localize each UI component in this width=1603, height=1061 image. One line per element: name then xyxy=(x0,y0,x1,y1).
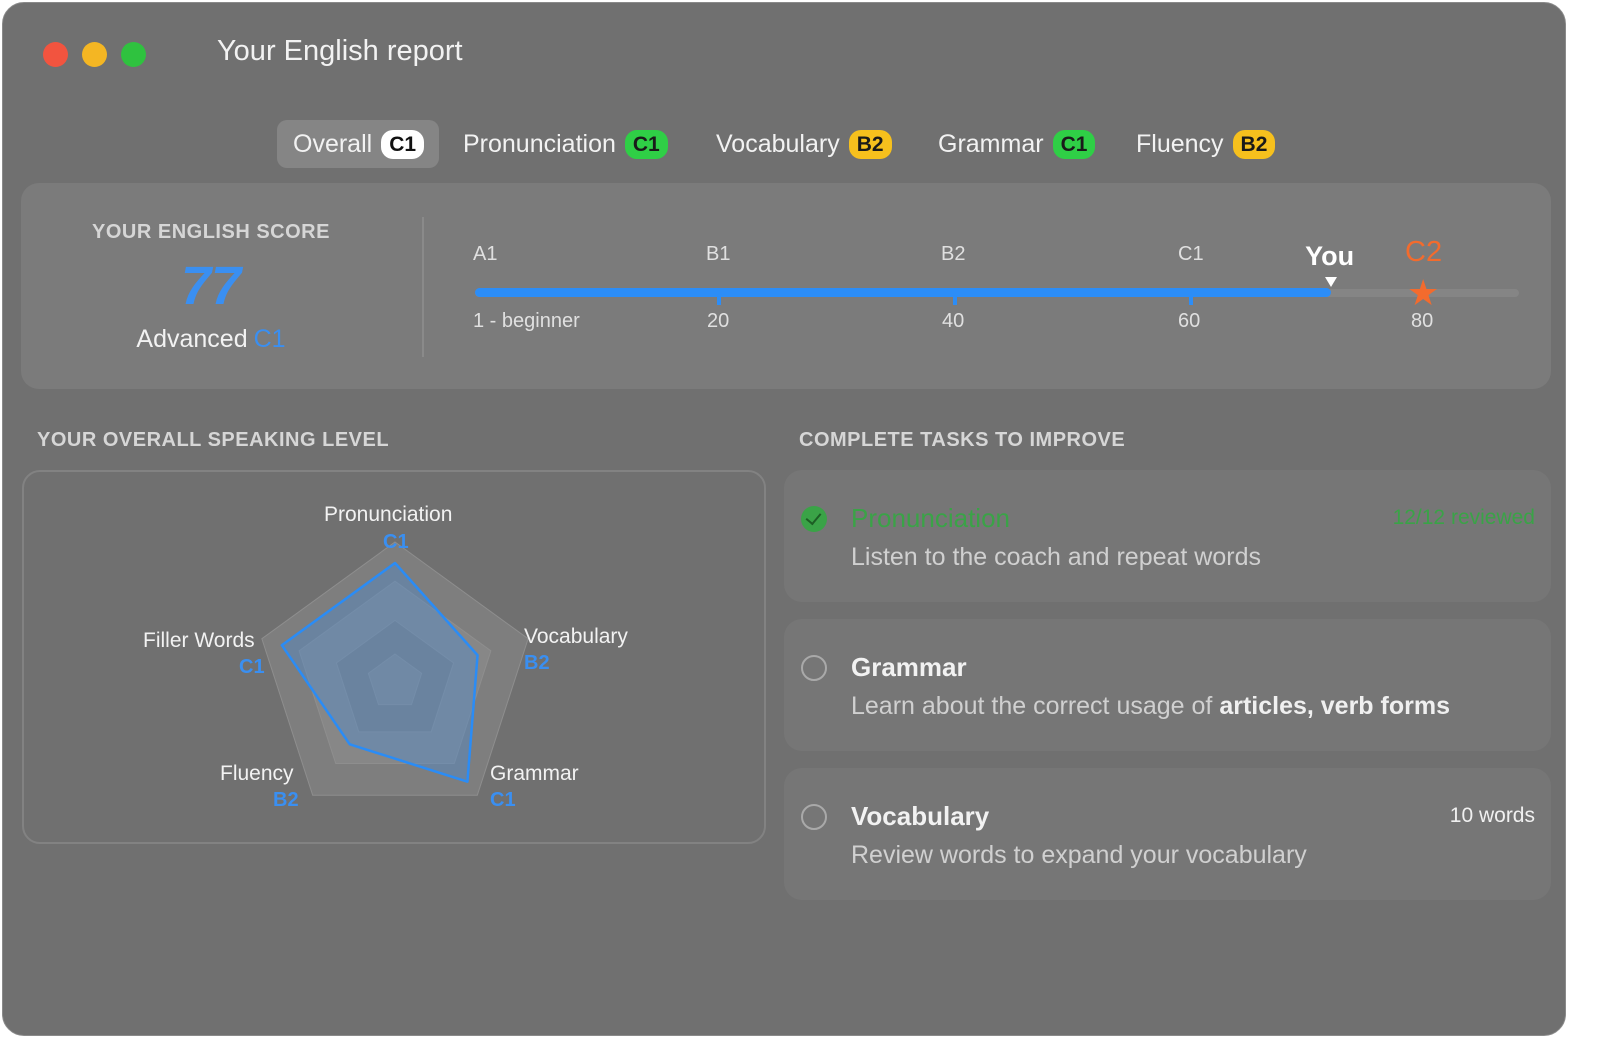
tab-label: Vocabulary xyxy=(716,129,840,158)
scale-level-b1: B1 xyxy=(706,243,731,265)
radar-axis-level: C1 xyxy=(239,656,265,678)
scale-tick xyxy=(717,295,721,305)
task-description: Review words to expand your vocabulary xyxy=(851,841,1307,869)
task-vocabulary[interactable]: Vocabulary Review words to expand your v… xyxy=(784,768,1551,900)
skill-tabs: Overall C1 Pronunciation C1 Vocabulary B… xyxy=(3,120,1565,168)
tab-fluency[interactable]: Fluency B2 xyxy=(1136,120,1276,168)
task-description: Listen to the coach and repeat words xyxy=(851,543,1261,571)
task-title: Grammar xyxy=(851,652,967,682)
scale-number: 80 xyxy=(1411,310,1434,332)
tab-overall[interactable]: Overall C1 xyxy=(277,120,439,168)
scale-number: 20 xyxy=(707,310,730,332)
empty-circle-icon xyxy=(801,804,827,830)
radar-axis-level: C1 xyxy=(490,789,516,811)
tab-vocabulary[interactable]: Vocabulary B2 xyxy=(716,120,892,168)
tasks-title: COMPLETE TASKS TO IMPROVE xyxy=(799,429,1126,451)
scale-level-b2: B2 xyxy=(941,243,966,265)
speaking-level-title: YOUR OVERALL SPEAKING LEVEL xyxy=(37,429,390,451)
task-title: Pronunciation xyxy=(851,503,1010,533)
task-title: Vocabulary xyxy=(851,801,990,831)
scale-level-c1: C1 xyxy=(1178,243,1204,265)
radar-axis-level: B2 xyxy=(273,789,299,811)
star-icon: ★ xyxy=(1407,272,1440,313)
scale-progress-fill xyxy=(475,288,1332,297)
maximize-window-button[interactable] xyxy=(121,42,146,67)
report-window: Your English report Overall C1 Pronuncia… xyxy=(2,2,1566,1036)
checkmark-icon xyxy=(801,506,827,532)
radar-axis-name: Grammar xyxy=(490,762,579,785)
tab-label: Grammar xyxy=(938,129,1044,158)
scale-level-a1: A1 xyxy=(473,243,498,265)
tab-label: Fluency xyxy=(1136,129,1224,158)
radar-chart xyxy=(261,541,529,796)
task-description-highlight: articles, verb forms xyxy=(1219,692,1450,720)
scale-tick xyxy=(953,295,957,305)
you-pointer-icon xyxy=(1325,277,1338,287)
minimize-window-button[interactable] xyxy=(82,42,107,67)
goal-level-label: C2 xyxy=(1405,236,1443,268)
task-word-count: 10 words xyxy=(1449,804,1535,827)
tab-label: Pronunciation xyxy=(463,129,616,158)
you-marker-label: You xyxy=(1305,241,1355,271)
scale-tick xyxy=(1189,295,1193,305)
window-title: Your English report xyxy=(217,35,463,67)
scale-number: 40 xyxy=(942,310,965,332)
tab-label: Overall xyxy=(293,129,373,158)
task-progress: 12/12 reviewed xyxy=(1392,506,1535,529)
task-grammar[interactable]: Grammar Learn about the correct usage of… xyxy=(784,619,1551,751)
level-scale: A1 B1 B2 C1 You C2 ★ 1 - beginner 20 40 … xyxy=(21,183,1551,389)
level-badge: C1 xyxy=(1052,129,1096,159)
radar-axis-name: Filler Words xyxy=(143,629,255,652)
radar-axis-name: Pronunciation xyxy=(324,503,453,526)
task-pronunciation[interactable]: Pronunciation Listen to the coach and re… xyxy=(784,470,1551,602)
task-description: Learn about the correct usage of article… xyxy=(851,692,1450,721)
level-badge: B2 xyxy=(1232,129,1276,159)
radar-axis-name: Fluency xyxy=(220,762,294,785)
english-score-card: YOUR ENGLISH SCORE 77 Advanced C1 A1 B1 B… xyxy=(21,183,1551,389)
task-description-text: Learn about the correct usage of xyxy=(851,692,1220,720)
scale-number: 1 - beginner xyxy=(473,310,580,332)
level-badge: C1 xyxy=(624,129,668,159)
tab-pronunciation[interactable]: Pronunciation C1 xyxy=(463,120,668,168)
radar-axis-level: B2 xyxy=(524,652,550,674)
level-badge: B2 xyxy=(848,129,892,159)
scale-number: 60 xyxy=(1178,310,1201,332)
speaking-level-radar: Pronunciation C1 Vocabulary B2 Grammar C… xyxy=(22,470,766,844)
level-badge: C1 xyxy=(381,129,425,159)
radar-axis-level: C1 xyxy=(383,531,409,553)
tab-grammar[interactable]: Grammar C1 xyxy=(938,120,1096,168)
close-window-button[interactable] xyxy=(43,42,68,67)
empty-circle-icon xyxy=(801,655,827,681)
radar-axis-name: Vocabulary xyxy=(524,625,628,648)
